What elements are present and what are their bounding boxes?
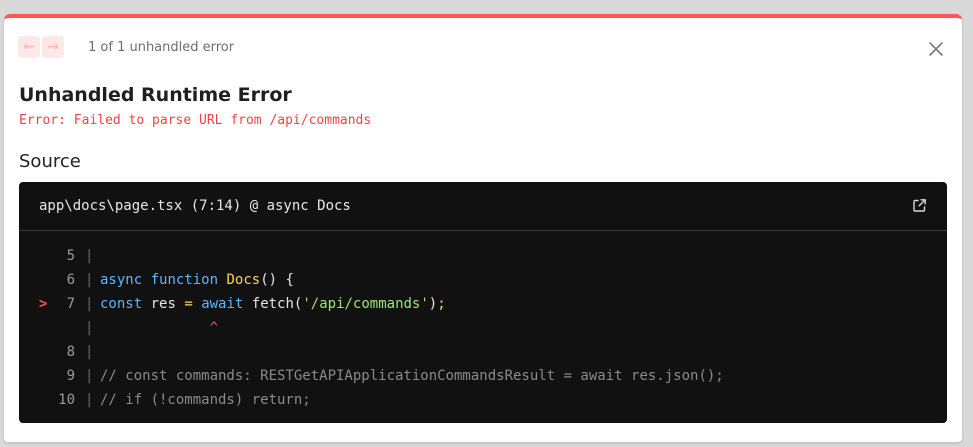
close-button[interactable] — [926, 39, 946, 59]
gutter-divider: | — [85, 248, 94, 264]
code-token: fetch( — [243, 296, 303, 312]
line-number: 6 — [66, 272, 75, 288]
code-token: function — [150, 272, 219, 288]
error-message: Error: Failed to parse URL from /api/com… — [19, 113, 372, 128]
code-text: // if (!commands) return; — [100, 388, 311, 412]
error-navigation: ← → — [18, 36, 64, 58]
file-location-link[interactable]: app\docs\page.tsx (7:14) @ async Docs — [39, 198, 351, 214]
code-token: // if (!commands) return; — [100, 392, 311, 408]
code-line: 5 | — [19, 244, 947, 268]
code-text: async function Docs() { — [100, 268, 294, 292]
next-error-button[interactable]: → — [42, 36, 64, 58]
line-number: 10 — [58, 392, 75, 408]
line-number: 5 — [66, 248, 75, 264]
source-heading: Source — [19, 151, 81, 172]
line-number: 7 — [66, 296, 75, 312]
code-line: >7 | const res = await fetch('/api/command… — [19, 292, 947, 316]
code-token: '/api/commands' — [302, 296, 429, 312]
code-token: await — [201, 296, 244, 312]
arrow-right-icon: → — [47, 39, 59, 55]
gutter-divider: | — [85, 320, 94, 336]
gutter-divider: | — [85, 392, 94, 408]
error-title: Unhandled Runtime Error — [19, 84, 292, 106]
gutter-divider: | — [85, 368, 94, 384]
code-frame: app\docs\page.tsx (7:14) @ async Docs 5 |… — [19, 182, 947, 423]
code-token: Docs — [226, 272, 261, 288]
code-token: ; — [437, 296, 446, 312]
code-line: 8 | — [19, 340, 947, 364]
code-line: 9 | // const commands: RESTGetAPIApplicati… — [19, 364, 947, 388]
arrow-left-icon: ← — [23, 39, 35, 55]
line-number: 9 — [66, 368, 75, 384]
gutter-divider: | — [85, 296, 94, 312]
external-link-icon — [913, 199, 926, 212]
code-line: 6 | async function Docs() { — [19, 268, 947, 292]
code-token: = — [184, 296, 193, 312]
error-dialog: ← → 1 of 1 unhandled error Unhandled Run… — [4, 14, 962, 442]
code-body: 5 | 6 | async function Docs() {>7 | const res … — [19, 244, 947, 412]
code-line: 10 | // if (!commands) return; — [19, 388, 947, 412]
error-counter: 1 of 1 unhandled error — [88, 40, 235, 55]
code-token: ^ — [100, 320, 219, 336]
code-text: // const commands: RESTGetAPIApplication… — [100, 364, 724, 388]
gutter-divider: | — [85, 344, 94, 360]
line-number: 8 — [66, 344, 75, 360]
code-token: res — [142, 296, 185, 312]
code-text: ^ — [100, 316, 218, 340]
code-line: | ^ — [19, 316, 947, 340]
open-in-editor-button[interactable] — [912, 198, 927, 213]
prev-error-button[interactable]: ← — [18, 36, 40, 58]
code-token: const — [100, 296, 143, 312]
code-frame-header: app\docs\page.tsx (7:14) @ async Docs — [19, 182, 947, 231]
gutter-divider: | — [85, 272, 94, 288]
code-token: // const commands: RESTGetAPIApplication… — [100, 368, 724, 384]
code-text: const res = await fetch('/api/commands')… — [100, 292, 446, 316]
code-token: ) — [428, 296, 438, 312]
code-token: async — [100, 272, 143, 288]
close-icon — [929, 42, 943, 56]
code-token: () { — [260, 272, 294, 288]
